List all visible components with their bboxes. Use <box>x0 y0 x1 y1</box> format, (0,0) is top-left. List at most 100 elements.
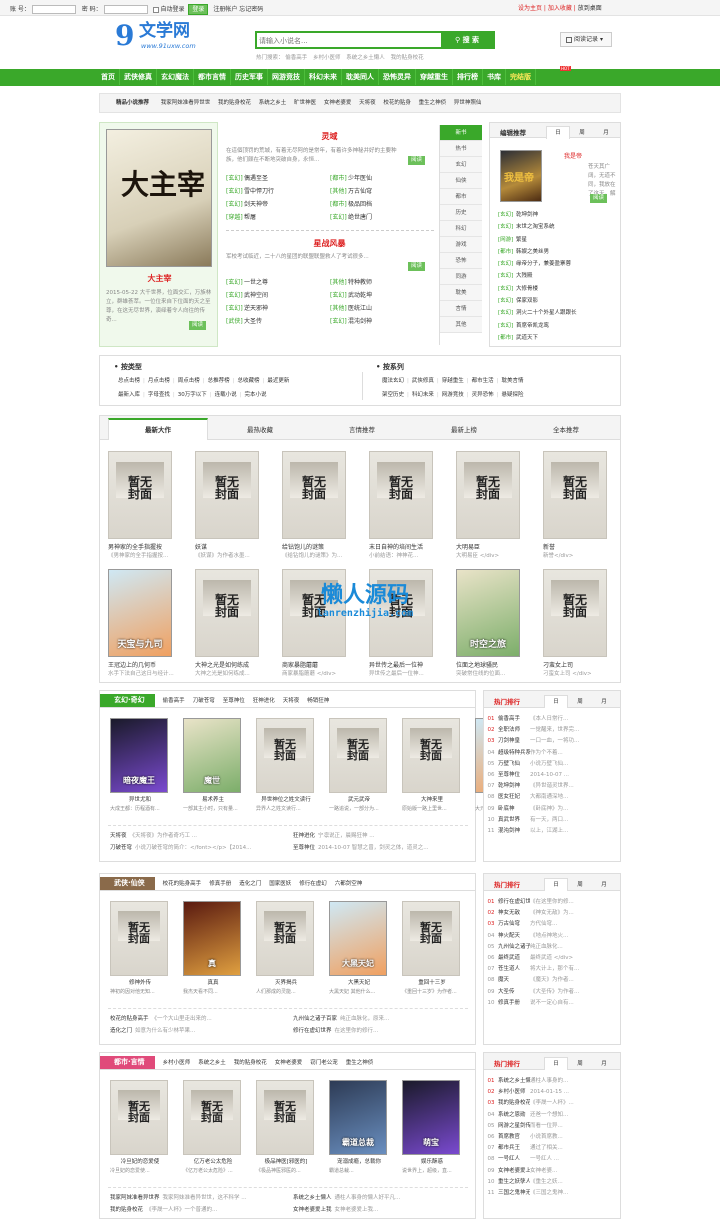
rec-category[interactable]: [玄幻] <box>226 276 244 289</box>
rec-category[interactable]: [都市] <box>330 198 348 211</box>
category-tab[interactable]: 玄幻 <box>440 157 482 173</box>
browse-link[interactable]: 总推荐榜 <box>208 378 230 384</box>
rank-row[interactable]: 10重生之妖孽人生《重生之妖... <box>484 1177 620 1188</box>
book-card[interactable]: 时空之旅 位面之地球骚民 突破常住线的位面... <box>456 569 520 687</box>
book-card[interactable]: 暂无 封面 末日自神的培间生活 小前结语：神神花... <box>369 451 433 569</box>
hot-search-link[interactable]: 我的贴身校花 <box>391 55 424 61</box>
rec-book-link[interactable]: 万古仙穹 <box>348 188 372 195</box>
book-cover[interactable]: 暂无 封面 <box>369 451 433 539</box>
browse-link[interactable]: 连载小说 <box>215 392 237 398</box>
section-link[interactable]: 窃门老公宠 <box>310 1060 338 1066</box>
rank-tab[interactable]: 日 <box>544 878 568 891</box>
editor-book-link[interactable]: 保家双影 <box>516 298 538 304</box>
section-link[interactable]: 女神老婆爱 <box>275 1060 303 1066</box>
book-cover[interactable]: 暂无 封面 <box>282 451 346 539</box>
browse-link[interactable]: 科幻未来 <box>412 392 434 398</box>
rank-row[interactable]: 01系统之乡土懒人通柱人事身的... <box>484 1076 620 1087</box>
book-cover[interactable]: 真 <box>183 901 241 976</box>
forgot-link[interactable]: 忘记密码 <box>239 6 263 13</box>
rec-category[interactable]: [其他] <box>330 302 348 315</box>
note-book-link[interactable]: 我家阿妹准看异世界 <box>110 1195 160 1201</box>
book-title[interactable]: 灭界揭兵 <box>256 979 316 988</box>
browse-link[interactable]: 架空历史 <box>382 392 404 398</box>
note-book-link[interactable]: 校花的贴身高手 <box>110 1016 149 1022</box>
rank-row[interactable]: 03 万古仙穹 方代仙穹... <box>484 919 620 930</box>
browse-link[interactable]: 武侠修真 <box>412 378 434 384</box>
note-book-link[interactable]: 至尊神位 <box>293 845 315 851</box>
rec-category[interactable]: [玄幻] <box>330 289 348 302</box>
note-book-link[interactable]: 刀破苍穹 <box>110 845 132 851</box>
note-book-link[interactable]: 狂神进化 <box>293 833 315 839</box>
rank-row[interactable]: 05网游之星剑传奇而看一位异... <box>484 1121 620 1132</box>
reading-history-button[interactable]: 阅读记录 ▾ <box>560 32 612 47</box>
rank-book-link[interactable]: 系统之恩勋 <box>498 1110 530 1121</box>
section-link[interactable]: 修行在虚幻 <box>299 881 327 887</box>
book-title[interactable]: 大黑天妃 <box>329 979 389 988</box>
rank-tab[interactable]: 月 <box>592 1058 616 1070</box>
browse-link[interactable]: 30万字以下 <box>178 392 207 398</box>
book-cover[interactable]: 暂无 封面 <box>543 569 607 657</box>
rank-row[interactable]: 01修行在虚幻世界《在这里你的修... <box>484 897 620 908</box>
book-title[interactable]: 武元武帝 <box>329 796 389 805</box>
section-link[interactable]: 我的贴身校花 <box>234 1060 267 1066</box>
rank-row[interactable]: 03 刀剑神皇 一口一血，一将功... <box>484 736 620 747</box>
section-link[interactable]: 乡村小医师 <box>163 1060 191 1066</box>
rank-book-link[interactable]: 最终武道 <box>498 953 530 964</box>
section-link[interactable]: 狂神进化 <box>253 698 275 704</box>
book-cover[interactable]: 暂无 封面 <box>195 569 259 657</box>
rec2-read-button[interactable]: 阅读 <box>408 262 426 271</box>
section-link[interactable]: 偷香高手 <box>163 698 185 704</box>
rec-category[interactable]: [玄幻] <box>330 315 348 328</box>
editor-book-cover[interactable]: 我是帝 <box>500 150 542 202</box>
rank-book-link[interactable]: 卧底神 <box>498 804 530 815</box>
book-title[interactable]: 极品神医[邪医的] <box>256 1158 316 1167</box>
book-title[interactable]: 异世尤和 <box>110 796 170 805</box>
rec-category[interactable]: [其他] <box>330 185 348 198</box>
nav-item[interactable]: 都市言情 <box>194 69 231 85</box>
rank-book-link[interactable]: 九州仙之诸子百家 <box>498 942 530 953</box>
rank-tab[interactable]: 日 <box>544 1057 568 1070</box>
rank-row[interactable]: 05 万壁飞仙 小说万壁飞仙... <box>484 759 620 770</box>
note-book-link[interactable]: 我的贴身校花 <box>110 1207 143 1213</box>
nav-item[interactable]: 武侠修真 <box>120 69 157 85</box>
book-cover[interactable]: 暂无 封面 <box>329 718 387 793</box>
category-tab[interactable]: 科幻 <box>440 221 482 237</box>
rank-book-link[interactable]: 网游之星剑传奇 <box>498 1121 530 1132</box>
rec-book-link[interactable]: 特种教师 <box>348 279 372 286</box>
book-cover[interactable]: 暗夜魔王 <box>110 718 168 793</box>
subnav-link[interactable]: 女神老婆爱 <box>324 94 352 112</box>
rec-category[interactable]: [其他] <box>330 276 348 289</box>
rec-category[interactable]: [穿越] <box>226 211 244 224</box>
rank-book-link[interactable]: 大圣传 <box>498 987 530 998</box>
rec-category[interactable]: [玄幻] <box>226 172 244 185</box>
rec-book-link[interactable]: 帮屠 <box>244 211 330 224</box>
featured-read-button[interactable]: 阅读 <box>189 321 207 330</box>
editor-book-link[interactable]: 繁星 <box>516 237 527 243</box>
hot-search-link[interactable]: 偷香高手 <box>285 55 307 61</box>
rank-row[interactable]: 08 一号红人 一号红人 ... <box>484 1154 620 1165</box>
editor-book-link[interactable]: 大修骨楼 <box>516 286 538 292</box>
rank-book-link[interactable]: 系统之乡土懒人 <box>498 1076 530 1087</box>
note-book-link[interactable]: 天将夜 <box>110 833 127 839</box>
rec-book-link[interactable]: 大圣传 <box>244 315 330 328</box>
rank-row[interactable]: 08 魔天 《魔天》为作者... <box>484 975 620 986</box>
editor-category[interactable]: [玄幻] <box>498 295 516 307</box>
add-favorite-link[interactable]: 加入收藏 <box>548 5 572 12</box>
category-tab[interactable]: 耽美 <box>440 285 482 301</box>
rank-row[interactable]: 06 至尊神位 2014-10-07 ... <box>484 770 620 781</box>
rank-book-link[interactable]: 至尊神位 <box>498 770 530 781</box>
rank-book-link[interactable]: 苍生道人 <box>498 964 530 975</box>
rank-row[interactable]: 11 混沌剑神 以上，江湖上... <box>484 826 620 837</box>
category-tab[interactable]: 热书 <box>440 141 482 157</box>
section-link[interactable]: 造化之门 <box>239 881 261 887</box>
book-title[interactable]: 娱乐酥惑 <box>402 1158 462 1167</box>
book-title[interactable]: 异世神位之姓文读行 <box>256 796 316 805</box>
rank-row[interactable]: 06 最终武道 最终武道 </div> <box>484 953 620 964</box>
rec-book-link[interactable]: 少年医仙 <box>348 175 372 182</box>
rank-row[interactable]: 05九州仙之诸子百家纯正血脉化... <box>484 942 620 953</box>
book-cover[interactable]: 霸道总裁 <box>329 1080 387 1155</box>
rank-book-link[interactable]: 真武世界 <box>498 815 530 826</box>
book-card[interactable]: 暂无 封面 新誉 新誉</div> <box>543 451 607 569</box>
rank-book-link[interactable]: 我的贴身校花 <box>498 1098 530 1109</box>
book-title[interactable]: 宠溺成瘾，总裁你 <box>329 1158 389 1167</box>
